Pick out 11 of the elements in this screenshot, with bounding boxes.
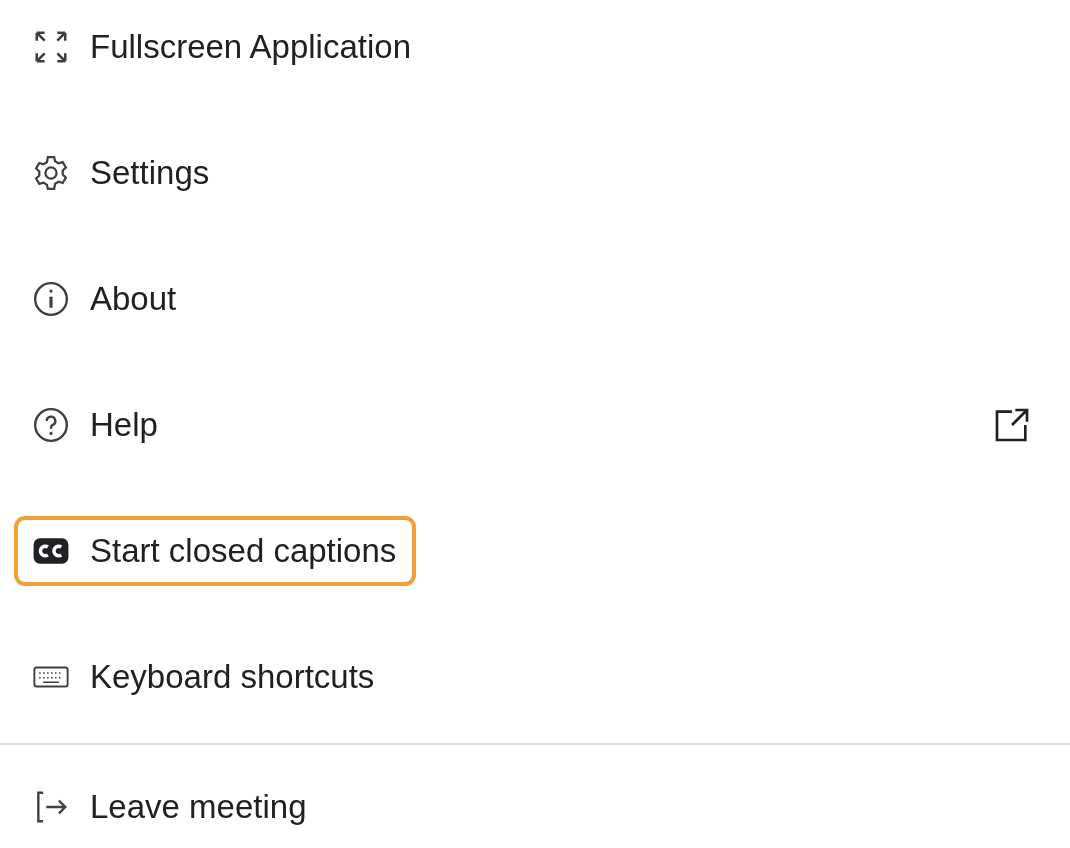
menu-item[interactable]: Help — [14, 390, 178, 460]
menu-item[interactable]: Leave meeting — [14, 772, 327, 842]
settings-icon — [32, 154, 70, 192]
menu-item[interactable]: Keyboard shortcuts — [14, 642, 395, 712]
fullscreen-icon — [32, 28, 70, 66]
menu-item[interactable]: About — [14, 264, 197, 334]
help-icon — [32, 406, 70, 444]
menu-item[interactable]: Settings — [14, 138, 230, 208]
menu-item[interactable]: Fullscreen Application — [14, 12, 431, 82]
menu-item[interactable]: Start closed captions — [14, 516, 417, 586]
info-icon — [32, 280, 70, 318]
